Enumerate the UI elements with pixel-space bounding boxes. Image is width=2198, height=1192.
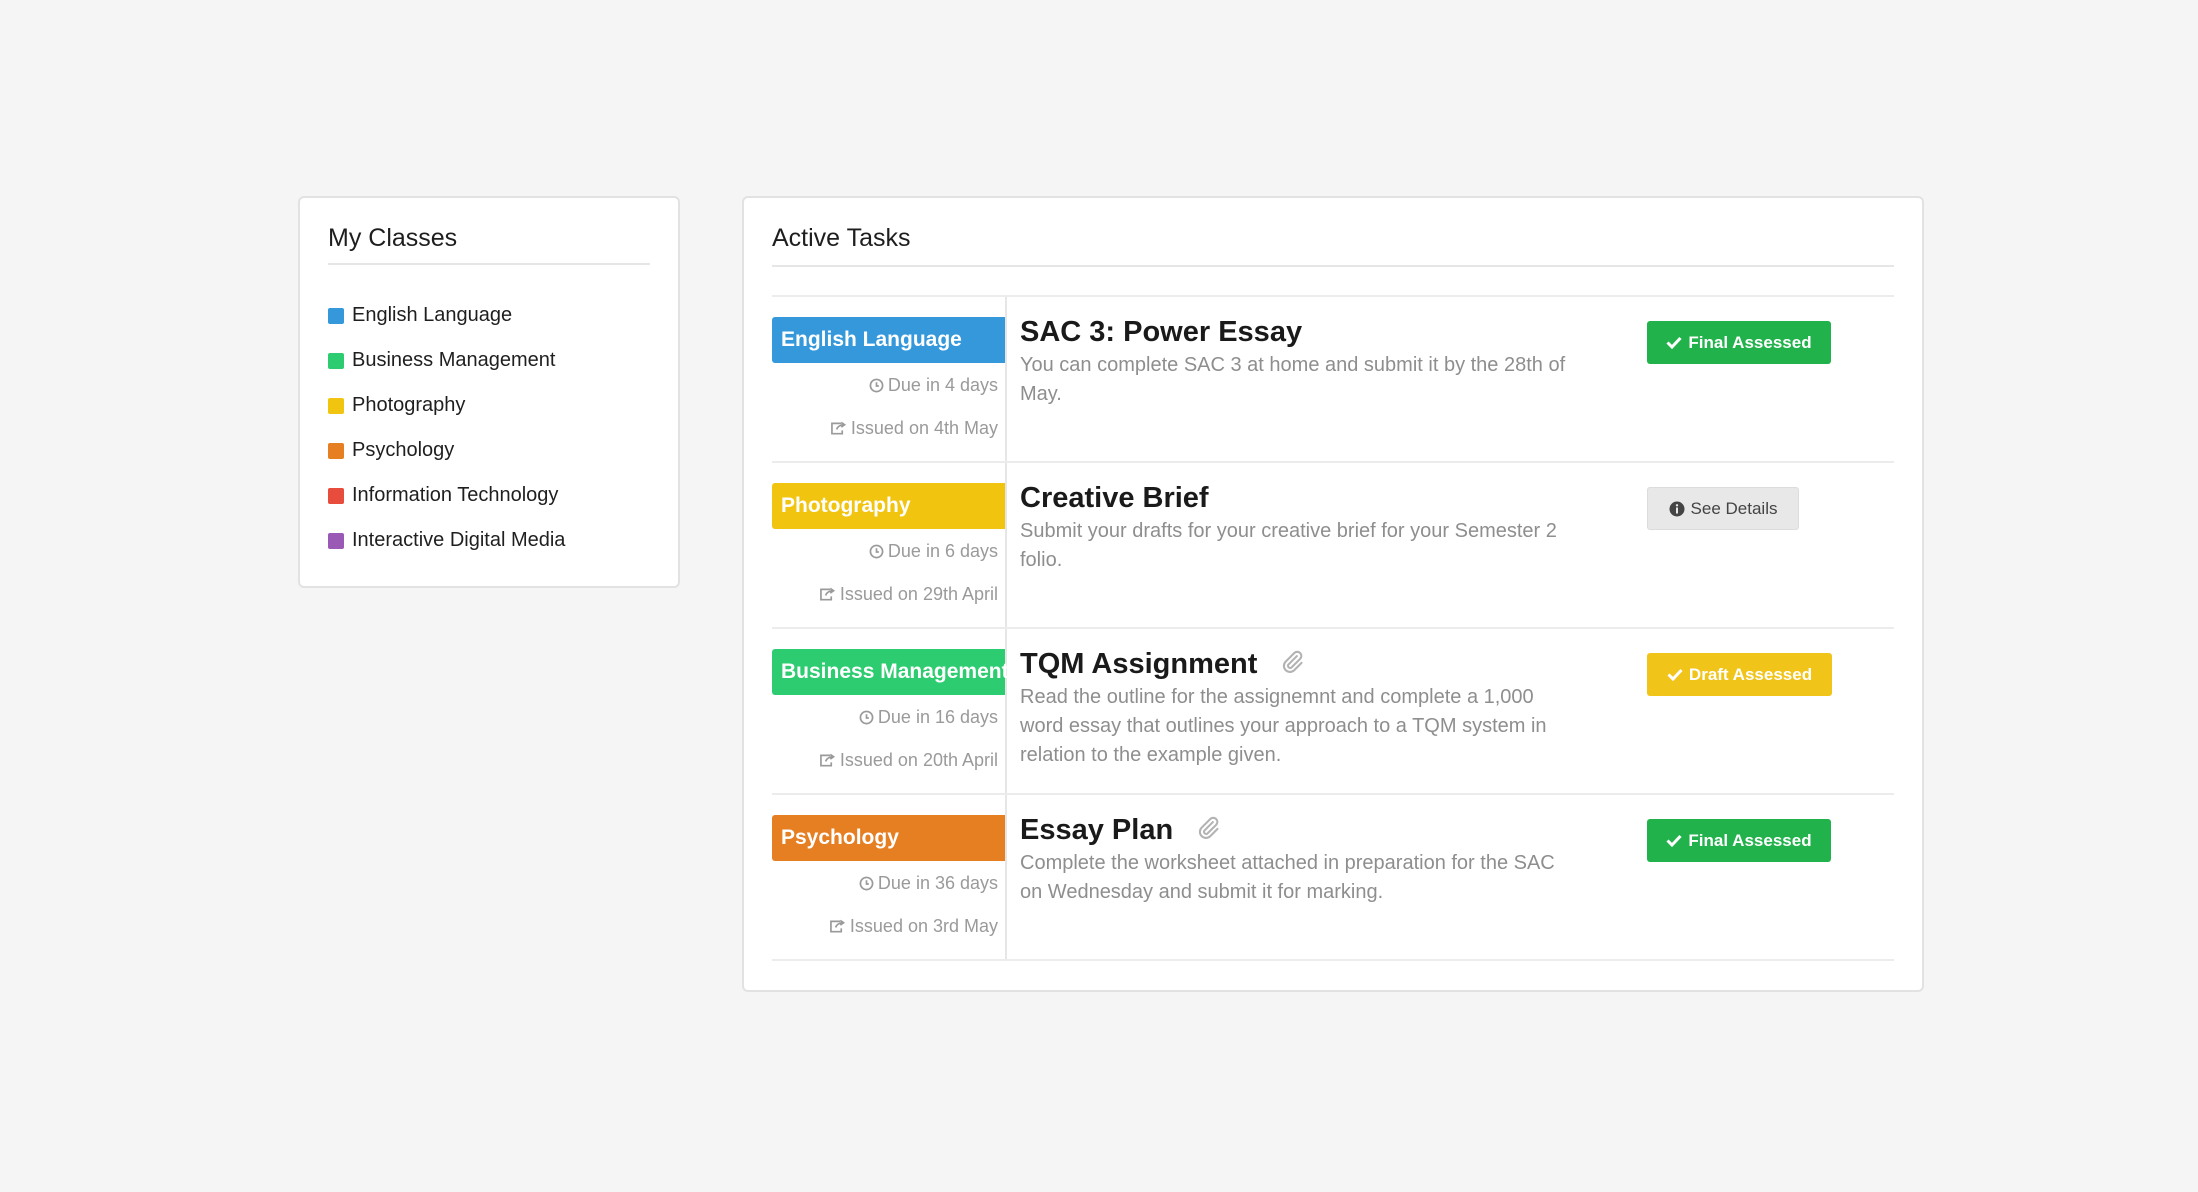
task-issued: Issued on 20th April	[772, 750, 1005, 773]
task-title[interactable]: TQM Assignment	[1020, 647, 1257, 681]
task-issued-text: Issued on 3rd May	[849, 916, 998, 936]
class-item-information-technology[interactable]: Information Technology	[328, 473, 650, 518]
class-item-label: Business Management	[352, 349, 556, 371]
class-item-label: Interactive Digital Media	[352, 529, 566, 551]
class-item-label: Photography	[352, 394, 466, 416]
task-issued: Issued on 29th April	[772, 584, 1005, 607]
task-description: Complete the worksheet attached in prepa…	[1020, 852, 1555, 903]
share-icon	[830, 420, 847, 441]
class-color-swatch	[328, 397, 344, 414]
status-label: See Details	[1690, 499, 1778, 518]
task-class-badge[interactable]: Psychology	[772, 815, 1005, 861]
check-icon	[1667, 668, 1683, 681]
task-content: Creative Brief Submit your drafts for yo…	[1007, 463, 1894, 627]
task-content: SAC 3: Power Essay You can complete SAC …	[1007, 297, 1894, 461]
final-assessed-button[interactable]: Final Assessed	[1647, 321, 1831, 364]
task-due-text: Due in 4 days	[887, 375, 998, 395]
check-icon	[1666, 336, 1683, 349]
class-color-swatch	[328, 442, 344, 459]
status-label: Final Assessed	[1688, 831, 1812, 850]
class-item-english-language[interactable]: English Language	[328, 293, 650, 338]
status-label: Final Assessed	[1688, 333, 1812, 352]
active-tasks-panel: Active Tasks English Language Due in 4 d…	[742, 196, 1924, 992]
class-color-swatch	[328, 352, 344, 369]
task-row: English Language Due in 4 days Issued on…	[772, 297, 1894, 463]
clock-icon	[869, 377, 884, 398]
share-icon	[819, 752, 836, 773]
share-icon	[819, 586, 836, 607]
task-list: English Language Due in 4 days Issued on…	[772, 295, 1894, 961]
task-row: Business Management Due in 16 days Issue…	[772, 629, 1894, 795]
class-item-business-management[interactable]: Business Management	[328, 338, 650, 383]
task-due: Due in 6 days	[772, 541, 1005, 564]
task-description: You can complete SAC 3 at home and submi…	[1020, 354, 1566, 405]
class-list: English Language Business Management Pho…	[328, 293, 650, 563]
check-icon	[1666, 834, 1683, 847]
task-content: TQM Assignment Read the outline for the …	[1007, 629, 1894, 793]
class-color-swatch	[328, 487, 344, 504]
task-meta-column: Business Management Due in 16 days Issue…	[772, 629, 1009, 793]
draft-assessed-button[interactable]: Draft Assessed	[1647, 653, 1832, 696]
share-icon	[829, 918, 846, 939]
task-meta-column: Photography Due in 6 days Issued on 29th…	[772, 463, 1007, 627]
task-description: Submit your drafts for your creative bri…	[1020, 520, 1557, 571]
class-item-psychology[interactable]: Psychology	[328, 428, 650, 473]
info-icon	[1669, 501, 1685, 517]
class-item-label: English Language	[352, 304, 513, 326]
task-due: Due in 4 days	[772, 375, 1005, 398]
task-issued: Issued on 3rd May	[772, 916, 1005, 939]
task-title[interactable]: SAC 3: Power Essay	[1020, 315, 1302, 349]
task-due-text: Due in 36 days	[877, 873, 998, 893]
my-classes-title: My Classes	[328, 224, 650, 265]
task-description: Read the outline for the assignemnt and …	[1020, 686, 1547, 766]
task-due-text: Due in 6 days	[887, 541, 998, 561]
class-item-label: Psychology	[352, 439, 455, 461]
task-class-badge[interactable]: Business Management	[772, 649, 1009, 695]
task-due: Due in 16 days	[772, 707, 1005, 730]
task-title[interactable]: Essay Plan	[1020, 813, 1173, 847]
active-tasks-title: Active Tasks	[772, 224, 1894, 267]
my-classes-panel: My Classes English Language Business Man…	[298, 196, 680, 588]
task-issued-text: Issued on 4th May	[850, 418, 998, 438]
clock-icon	[859, 709, 874, 730]
task-class-badge[interactable]: English Language	[772, 317, 1005, 363]
task-issued-text: Issued on 20th April	[839, 750, 998, 770]
task-due: Due in 36 days	[772, 873, 1005, 896]
clock-icon	[859, 875, 874, 896]
class-item-label: Information Technology	[352, 484, 559, 506]
paperclip-icon[interactable]	[1195, 815, 1221, 846]
task-content: Essay Plan Complete the worksheet attach…	[1007, 795, 1894, 959]
task-issued: Issued on 4th May	[772, 418, 1005, 441]
class-color-swatch	[328, 307, 344, 324]
class-item-photography[interactable]: Photography	[328, 383, 650, 428]
task-row: Psychology Due in 36 days Issued on 3rd …	[772, 795, 1894, 961]
final-assessed-button[interactable]: Final Assessed	[1647, 819, 1831, 862]
task-meta-column: Psychology Due in 36 days Issued on 3rd …	[772, 795, 1007, 959]
task-due-text: Due in 16 days	[877, 707, 998, 727]
class-color-swatch	[328, 532, 344, 549]
class-item-interactive-digital-media[interactable]: Interactive Digital Media	[328, 518, 650, 563]
task-title[interactable]: Creative Brief	[1020, 481, 1209, 515]
paperclip-icon[interactable]	[1279, 649, 1305, 680]
see-details-button[interactable]: See Details	[1647, 487, 1799, 530]
status-label: Draft Assessed	[1688, 665, 1813, 684]
task-meta-column: English Language Due in 4 days Issued on…	[772, 297, 1007, 461]
task-issued-text: Issued on 29th April	[839, 584, 998, 604]
task-class-badge[interactable]: Photography	[772, 483, 1005, 529]
task-row: Photography Due in 6 days Issued on 29th…	[772, 463, 1894, 629]
clock-icon	[869, 543, 884, 564]
